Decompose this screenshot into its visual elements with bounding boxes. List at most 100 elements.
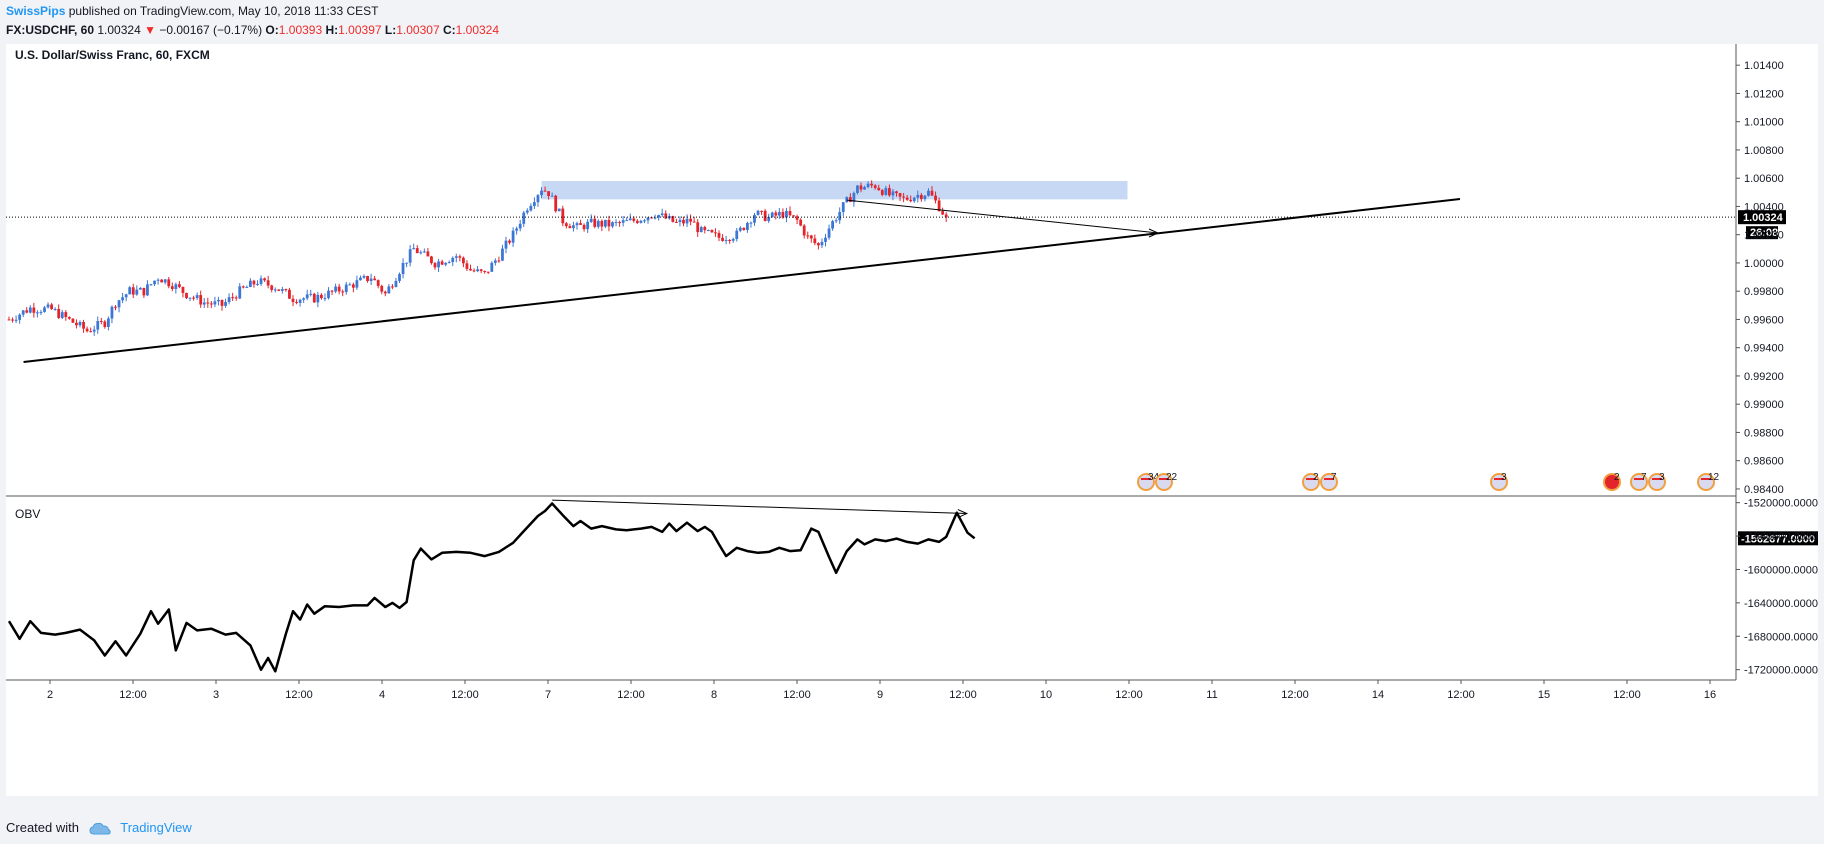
candle-body <box>440 261 444 265</box>
low-value: 1.00307 <box>396 23 440 37</box>
price-tick-label: 0.99400 <box>1744 343 1784 355</box>
time-tick-label: 3 <box>213 689 219 701</box>
tradingview-link[interactable]: TradingView <box>120 820 192 835</box>
candle-body <box>209 303 213 305</box>
candle-body <box>646 217 650 221</box>
obv-tick-label: -1600000.0000 <box>1744 564 1818 576</box>
candle-body <box>572 225 575 229</box>
candle-body <box>447 262 451 264</box>
candle-body <box>107 318 110 327</box>
candle-body <box>689 218 692 222</box>
candle-body <box>699 227 703 233</box>
candle-body <box>579 223 582 225</box>
last-price-label: 1.00324 <box>1743 212 1784 224</box>
candle-body <box>848 197 852 203</box>
candle-body <box>575 223 579 226</box>
symbol-label[interactable]: FX:USDCHF, 60 <box>6 23 94 37</box>
candle-body <box>355 280 359 288</box>
candle-body <box>419 252 423 254</box>
candle-body <box>728 240 732 242</box>
candle-body <box>618 222 621 224</box>
candle-body <box>295 301 298 303</box>
candle-body <box>288 289 291 299</box>
price-tick-label: 1.01400 <box>1744 60 1784 72</box>
candle-body <box>891 191 895 196</box>
time-tick-label: 12:00 <box>285 689 313 701</box>
main-pane-title: U.S. Dollar/Swiss Franc, 60, FXCM <box>15 48 210 62</box>
candle-body <box>479 269 483 271</box>
candle-body <box>330 290 334 292</box>
candle-body <box>57 308 61 318</box>
time-tick-label: 15 <box>1538 689 1550 701</box>
obv-tick-label: -1680000.0000 <box>1744 631 1818 643</box>
time-tick-label: 12:00 <box>617 689 645 701</box>
high-value: 1.00397 <box>338 23 382 37</box>
time-tick-label: 4 <box>379 689 385 701</box>
candle-body <box>206 302 210 304</box>
candle-body <box>600 220 604 227</box>
price-tick-label: 0.99600 <box>1744 314 1784 326</box>
candle-body <box>635 220 639 223</box>
author-link[interactable]: SwissPips <box>6 4 65 18</box>
candle-body <box>841 202 845 213</box>
price-tick-label: 0.99000 <box>1744 399 1784 411</box>
candle-body <box>18 314 22 320</box>
time-tick-label: 12:00 <box>1613 689 1641 701</box>
price-tick-label: 1.00400 <box>1744 201 1784 213</box>
time-tick-label: 7 <box>545 689 551 701</box>
candle-body <box>71 318 75 323</box>
candle-body <box>142 287 146 296</box>
candle-body <box>412 248 416 250</box>
candle-body <box>692 221 696 223</box>
candle-body <box>394 280 398 287</box>
event-count-label: 7 <box>1641 472 1647 483</box>
candle-body <box>525 210 529 213</box>
candle-body <box>131 287 135 295</box>
event-count-label: 2 <box>1614 472 1620 483</box>
candle-body <box>163 279 167 283</box>
candle-body <box>863 187 866 190</box>
candle-body <box>625 220 629 222</box>
candle-body <box>834 220 838 222</box>
candle-body <box>401 263 405 275</box>
candle-body <box>156 279 160 281</box>
publish-line: SwissPips published on TradingView.com, … <box>6 2 1806 21</box>
time-tick-label: 12:00 <box>1447 689 1475 701</box>
chart-canvas[interactable]: 1.0032426:08 -1562677.0000 34 22 2 7 3 2 7 3 12 … <box>6 44 1818 796</box>
candle-body <box>114 306 117 308</box>
candle-body <box>564 223 568 227</box>
candle-body <box>67 317 71 319</box>
candle-body <box>749 222 753 224</box>
change-value: −0.00167 (−0.17%) <box>159 23 263 37</box>
resistance-zone <box>541 181 1128 200</box>
candle-body <box>774 212 778 216</box>
candle-body <box>36 312 39 314</box>
candle-body <box>760 210 763 212</box>
event-count-label: 3 <box>1501 472 1507 483</box>
candle-body <box>21 310 25 315</box>
candle-body <box>902 196 905 198</box>
price-tick-label: 1.01000 <box>1744 117 1784 129</box>
candle-body <box>266 280 270 286</box>
candle-body <box>806 235 810 237</box>
candle-body <box>170 286 174 289</box>
candle-body <box>589 218 593 222</box>
time-tick-label: 12:00 <box>1281 689 1309 701</box>
candle-body <box>380 285 384 292</box>
candle-body <box>472 270 476 272</box>
price-tick-label: 0.98600 <box>1744 456 1784 468</box>
candle-body <box>82 321 85 329</box>
candle-body <box>28 307 32 313</box>
candle-body <box>25 310 29 313</box>
candle-body <box>909 199 913 202</box>
candle-body <box>454 256 458 258</box>
candle-body <box>738 227 742 231</box>
footer: Created with TradingView <box>6 818 192 838</box>
published-text: published on TradingView.com, May 10, 20… <box>68 4 379 18</box>
candle-body <box>518 223 522 229</box>
candle-body <box>493 260 497 263</box>
candle-body <box>905 197 909 200</box>
candle-body <box>682 219 685 224</box>
candle-body <box>391 286 394 288</box>
obv-tick-label: -1720000.0000 <box>1744 665 1818 677</box>
